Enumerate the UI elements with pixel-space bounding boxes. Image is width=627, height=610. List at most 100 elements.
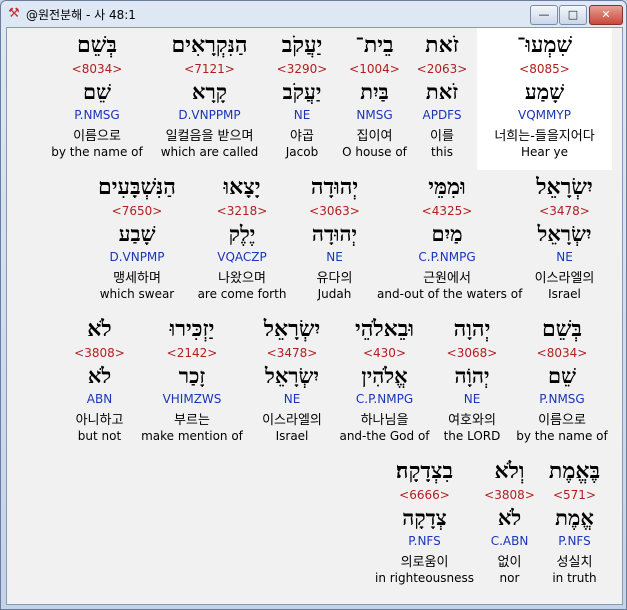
- english-gloss: in righteousness: [374, 571, 475, 585]
- hebrew-lemma: שֵׁם: [83, 79, 111, 104]
- english-gloss: Hear ye: [521, 145, 568, 159]
- english-gloss: nor: [499, 571, 520, 585]
- korean-gloss: 아니하고: [75, 413, 124, 428]
- word-cell[interactable]: בִצְדָקָה׃ <6666> צְדָקָה P.NFS 의로움이 in …: [372, 454, 477, 596]
- morphology-code: P.NMSG: [539, 392, 585, 406]
- english-gloss: the LORD: [443, 429, 501, 443]
- morphology-code: P.NFS: [408, 534, 441, 548]
- strong-number[interactable]: <571>: [537, 488, 612, 502]
- word-cell[interactable]: וּמִמֵּי <4325> מַיִם C.P.NMPG 근원에서 and-…: [377, 170, 522, 312]
- strong-number[interactable]: <3808>: [62, 346, 137, 360]
- word-cell[interactable]: יַעֲקֹב <3290> יַעֲקֹב NE 야곱 Jacob: [262, 28, 342, 170]
- word-cell[interactable]: וְלֹא <3808> לֹא C.ABN 없이 nor: [477, 454, 542, 596]
- word-cell[interactable]: יָצָאוּ <3218> יֶלֶק VQACZP 나왔으며 are com…: [192, 170, 292, 312]
- morphology-code: D.VNPMP: [109, 250, 165, 264]
- hebrew-lemma: יֶלֶק: [228, 221, 256, 246]
- strong-number[interactable]: <8034>: [47, 62, 147, 76]
- word-cell[interactable]: הַנִּקְרָאִים <7121> קָרָא D.VNPPMP 일컬음을…: [147, 28, 272, 170]
- korean-gloss: 맹세하며: [113, 271, 161, 286]
- word-cell[interactable]: בֶּאֱמֶת <571> אֱמֶת P.NFS 성실치 in truth: [537, 454, 612, 596]
- hebrew-lemma: יִשְׂרָאֵל: [537, 221, 592, 246]
- korean-gloss: 유다의: [316, 271, 353, 286]
- word-cell[interactable]: בְּשֵׁם <8034> שֵׁם P.NMSG 이름으로 by the n…: [47, 28, 147, 170]
- strong-number[interactable]: <3808>: [477, 488, 542, 502]
- minimize-button[interactable]: —: [530, 5, 558, 25]
- hebrew-word: הַנִּקְרָאִים: [171, 32, 248, 58]
- korean-gloss: 근원에서: [423, 271, 471, 286]
- korean-gloss: 없이: [497, 555, 522, 570]
- hebrew-lemma: יִשְׂרָאֵל: [265, 363, 319, 388]
- strong-number[interactable]: <7121>: [147, 62, 272, 76]
- morphology-code: D.VNPPMP: [178, 108, 241, 122]
- hebrew-lemma: שָׁמַע: [524, 79, 565, 104]
- title-bar[interactable]: ⚒ @원전분해 - 사 48:1 — □ ✕: [1, 1, 626, 27]
- hebrew-lemma: יְהוּדָה: [311, 221, 358, 246]
- korean-gloss: 의로움이: [400, 555, 449, 570]
- app-logo-icon: ⚒: [8, 6, 20, 21]
- hebrew-word: וּמִמֵּי: [428, 174, 466, 200]
- word-cell[interactable]: בֵית־ <1004> בַּיִת NMSG 집이여 O house of: [332, 28, 417, 170]
- hebrew-word: לֹא: [87, 316, 112, 342]
- morphology-code: NE: [283, 392, 301, 406]
- word-cell[interactable]: יַזְכִּירוּ <2142> זָכַר VHIMZWS 부르는 mak…: [137, 312, 247, 454]
- morphology-code: P.NMSG: [74, 108, 120, 122]
- korean-gloss: 너희는-들을지어다: [494, 129, 595, 144]
- strong-number[interactable]: <3290>: [262, 62, 342, 76]
- english-gloss: Israel: [548, 287, 581, 301]
- korean-gloss: 이름으로: [73, 129, 121, 144]
- english-gloss: make mention of: [141, 429, 243, 443]
- hebrew-word: וְלֹא: [494, 458, 525, 484]
- strong-number[interactable]: <3478>: [247, 346, 337, 360]
- korean-gloss: 일컬음을 받으며: [165, 129, 254, 144]
- word-cell[interactable]: יִשְׂרָאֵל <3478> יִשְׂרָאֵל NE 이스라엘의 Is…: [522, 170, 607, 312]
- korean-gloss: 부르는: [174, 413, 210, 428]
- hebrew-lemma: אֱלֹהִין: [361, 363, 408, 388]
- morphology-code: NMSG: [356, 108, 393, 122]
- strong-number[interactable]: <8034>: [512, 346, 612, 360]
- hebrew-lemma: לֹא: [87, 363, 112, 388]
- hebrew-lemma: שָׁבַע: [118, 221, 156, 246]
- hebrew-word: שִׁמְעוּ־: [516, 32, 573, 58]
- english-gloss: which swear: [99, 287, 175, 301]
- strong-number[interactable]: <7650>: [82, 204, 192, 218]
- hebrew-word: יִשְׂרָאֵל: [536, 174, 593, 200]
- strong-number[interactable]: <2142>: [137, 346, 247, 360]
- hebrew-lemma: יְהוָֹה: [454, 363, 490, 388]
- korean-gloss: 성실치: [556, 555, 593, 570]
- morphology-code: NE: [556, 250, 573, 264]
- english-gloss: O house of: [342, 145, 407, 159]
- strong-number[interactable]: <430>: [337, 346, 432, 360]
- strong-number[interactable]: <8085>: [477, 62, 612, 76]
- hebrew-word: בֵית־: [355, 32, 394, 58]
- english-gloss: Jacob: [285, 145, 319, 159]
- morphology-code: C.P.NMPG: [418, 250, 476, 264]
- word-cell[interactable]: הַנִּשְׁבָּעִים <7650> שָׁבַע D.VNPMP 맹세…: [82, 170, 192, 312]
- korean-gloss: 하나님을: [360, 413, 409, 428]
- strong-number[interactable]: <3218>: [192, 204, 292, 218]
- word-cell[interactable]: יִשְׂרָאֵל <3478> יִשְׂרָאֵל NE 이스라엘의 Is…: [247, 312, 337, 454]
- hebrew-lemma: קָרָא: [191, 79, 228, 104]
- hebrew-word: בְּשֵׁם: [77, 32, 117, 58]
- word-cell[interactable]: לֹא <3808> לֹא ABN 아니하고 but not: [62, 312, 137, 454]
- word-cell[interactable]: שִׁמְעוּ־ <8085> שָׁמַע VQMMYP 너희는-들을지어다…: [477, 28, 612, 170]
- hebrew-lemma: זָכַר: [178, 363, 206, 388]
- strong-number[interactable]: <6666>: [372, 488, 477, 502]
- strong-number[interactable]: <4325>: [377, 204, 517, 218]
- strong-number[interactable]: <1004>: [332, 62, 417, 76]
- korean-gloss: 여호와의: [448, 413, 496, 428]
- close-button[interactable]: ✕: [589, 5, 623, 25]
- english-gloss: by the name of: [516, 429, 608, 443]
- english-gloss: but not: [77, 429, 122, 443]
- english-gloss: in truth: [552, 571, 597, 585]
- strong-number[interactable]: <3478>: [522, 204, 607, 218]
- korean-gloss: 이스라엘의: [262, 413, 322, 428]
- word-cell[interactable]: בְּשֵׁם <8034> שֵׁם P.NMSG 이름으로 by the n…: [512, 312, 612, 454]
- word-cell[interactable]: יְהוּדָה <3063> יְהוּדָה NE 유다의 Judah: [292, 170, 377, 312]
- word-cell[interactable]: יְהוָה <3068> יְהוָֹה NE 여호와의 the LORD: [432, 312, 512, 454]
- hebrew-word: וּבֵאלֹהֵי: [354, 316, 415, 342]
- word-cell[interactable]: וּבֵאלֹהֵי <430> אֱלֹהִין C.P.NMPG 하나님을 …: [337, 312, 432, 454]
- strong-number[interactable]: <3063>: [292, 204, 377, 218]
- strong-number[interactable]: <3068>: [432, 346, 512, 360]
- maximize-button[interactable]: □: [559, 5, 587, 25]
- morphology-code: NE: [293, 108, 311, 122]
